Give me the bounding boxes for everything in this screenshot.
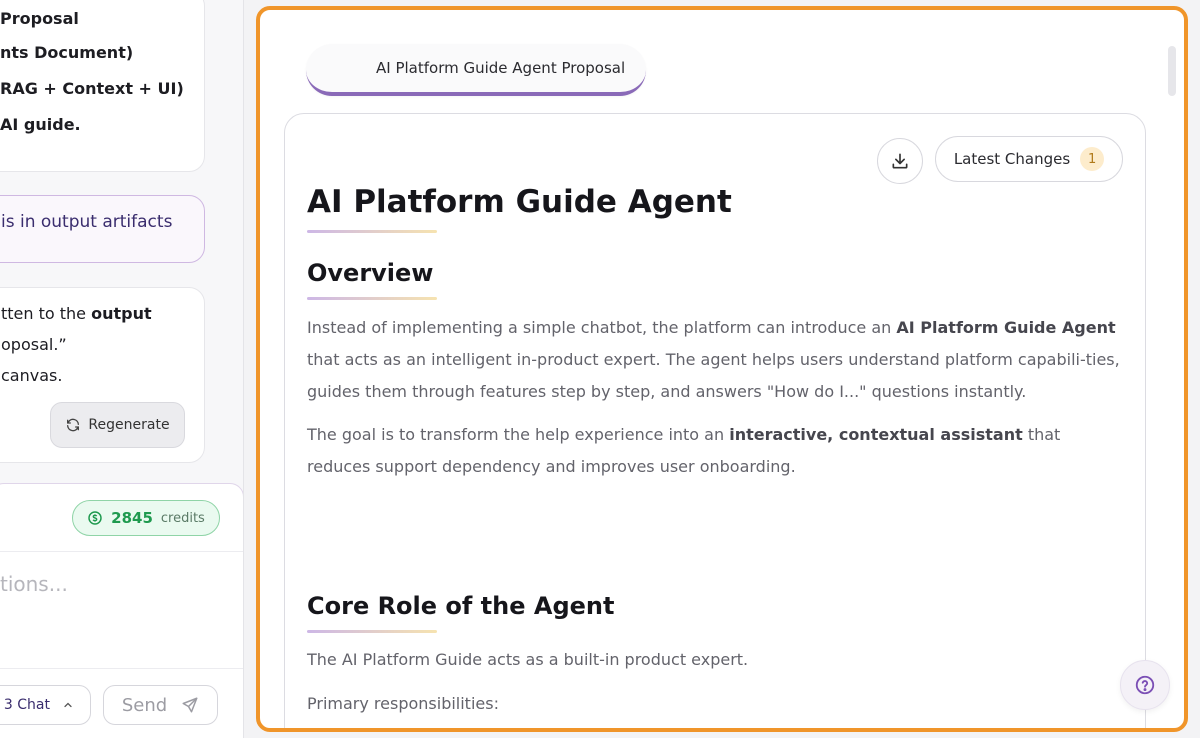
artifact-panel: AI Platform Guide Agent Proposal Latest … [256,6,1188,732]
chat-input[interactable]: tions... [0,572,68,596]
latest-changes-button[interactable]: Latest Changes 1 [935,136,1123,182]
message-line: nts Document) [0,43,134,62]
message-text: tten to the [1,304,92,323]
message-line: AI guide. [0,115,81,134]
changes-count-badge: 1 [1080,147,1105,171]
divider [0,668,243,669]
para-text: The goal is to transform the help experi… [307,425,730,444]
para-bold: AI Platform Guide Agent [896,318,1116,337]
user-message: is in output artifacts [0,195,205,263]
help-icon [1135,675,1155,695]
scrollbar[interactable] [1168,46,1176,96]
heading-underline [307,297,437,300]
para-text: that acts as an intelligent in-product e… [307,350,1120,401]
core-paragraph-1: The AI Platform Guide acts as a built-in… [307,650,749,669]
chat-panel: Proposal nts Document) RAG + Context + U… [0,0,244,738]
regenerate-button[interactable]: Regenerate [50,402,185,448]
download-icon [892,153,908,169]
overview-paragraph-1: Instead of implementing a simple chatbot… [307,312,1127,408]
document-title: AI Platform Guide Agent [307,184,732,220]
refresh-icon [67,418,80,432]
user-message-text: is in output artifacts [1,212,173,232]
message-line: RAG + Context + UI) [0,79,184,98]
core-paragraph-2: Primary responsibilities: [307,694,499,713]
heading-underline [307,630,437,633]
para-text: Instead of implementing a simple chatbot… [307,318,897,337]
message-line: Proposal [0,9,79,28]
send-button[interactable]: Send [103,685,218,725]
credits-value: 2845 [111,509,153,527]
overview-heading: Overview [307,259,434,287]
message-line: tten to the output [1,304,152,323]
credits-label: credits [160,510,205,526]
latest-changes-label: Latest Changes [953,150,1071,168]
para-bold: interactive, contextual assistant [729,425,1023,444]
chat-mode-label: 3 Chat [3,697,50,713]
download-button[interactable] [877,138,923,184]
chevron-up-icon [64,702,72,708]
title-underline [307,230,437,233]
credits-badge: 2845 credits [72,500,220,536]
send-icon [182,697,198,713]
message-bold-text: output [91,304,152,323]
message-line: canvas. [1,366,63,385]
send-label: Send [121,694,168,716]
help-button[interactable] [1120,660,1170,710]
dollar-icon [88,511,102,525]
core-role-heading: Core Role of the Agent [307,592,615,620]
message-line: oposal.” [1,335,67,354]
document-card: Latest Changes 1 AI Platform Guide Agent… [284,113,1146,728]
chat-mode-selector[interactable]: 3 Chat [0,685,91,725]
divider [0,551,243,552]
tab-document[interactable]: AI Platform Guide Agent Proposal [306,44,646,96]
regenerate-label: Regenerate [88,417,170,433]
overview-paragraph-2: The goal is to transform the help experi… [307,419,1127,483]
